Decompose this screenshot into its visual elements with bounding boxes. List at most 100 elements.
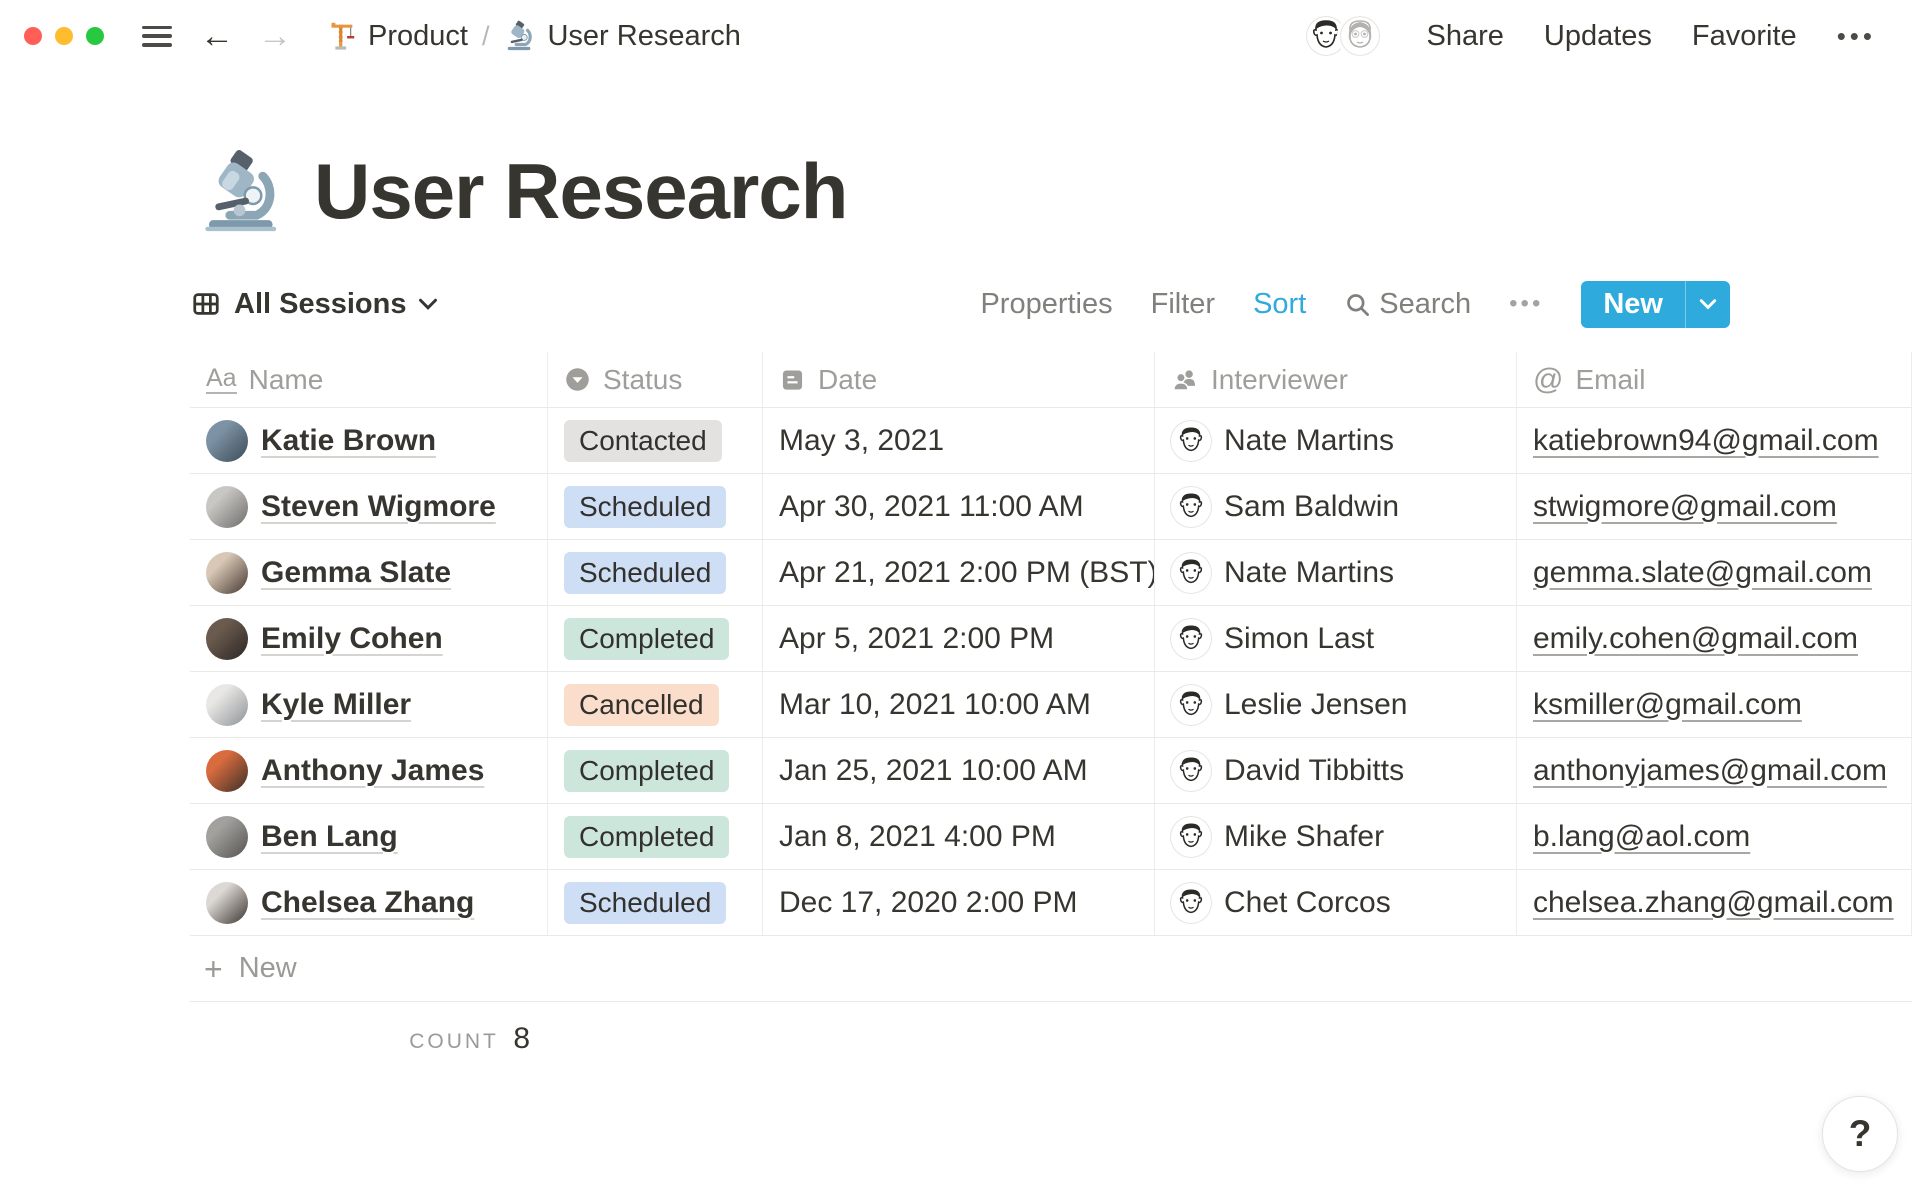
- collaborator-avatar[interactable]: [1336, 13, 1383, 59]
- column-header-date[interactable]: Date: [763, 352, 1155, 407]
- new-row-label: New: [238, 952, 297, 984]
- interviewer-name: David Tibbitts: [1224, 753, 1405, 787]
- date-cell[interactable]: May 3, 2021: [763, 408, 1155, 473]
- participant-avatar: [206, 485, 248, 528]
- new-button[interactable]: New: [1581, 281, 1685, 328]
- participant-name[interactable]: Gemma Slate: [261, 556, 451, 590]
- traffic-lights: [24, 27, 104, 45]
- date-cell[interactable]: Dec 17, 2020 2:00 PM: [763, 870, 1155, 935]
- name-cell[interactable]: Emily Cohen: [190, 606, 548, 671]
- date-cell[interactable]: Apr 5, 2021 2:00 PM: [763, 606, 1155, 671]
- zoom-window-icon[interactable]: [86, 27, 104, 45]
- page-title[interactable]: User Research: [314, 146, 848, 237]
- column-header-email[interactable]: @ Email: [1517, 352, 1912, 407]
- participant-name[interactable]: Katie Brown: [261, 424, 436, 458]
- status-cell[interactable]: Cancelled: [548, 672, 763, 737]
- column-header-name[interactable]: Aa Name: [190, 352, 548, 407]
- participant-name[interactable]: Kyle Miller: [261, 688, 411, 722]
- email-cell[interactable]: anthonyjames@gmail.com: [1517, 738, 1912, 803]
- date-cell[interactable]: Jan 25, 2021 10:00 AM: [763, 738, 1155, 803]
- toolbar-actions: Properties Filter Sort Search ••• New: [980, 280, 1730, 328]
- view-switcher[interactable]: All Sessions: [190, 288, 438, 321]
- interviewer-cell[interactable]: Simon Last: [1155, 606, 1517, 671]
- updates-button[interactable]: Updates: [1544, 20, 1652, 53]
- text-icon: Aa: [206, 365, 237, 395]
- status-cell[interactable]: Scheduled: [548, 474, 763, 539]
- email-value[interactable]: emily.cohen@gmail.com: [1533, 622, 1858, 656]
- email-cell[interactable]: gemma.slate@gmail.com: [1517, 540, 1912, 605]
- email-cell[interactable]: emily.cohen@gmail.com: [1517, 606, 1912, 671]
- properties-button[interactable]: Properties: [980, 288, 1112, 321]
- participant-name[interactable]: Steven Wigmore: [261, 490, 496, 524]
- close-window-icon[interactable]: [24, 27, 42, 45]
- participant-name[interactable]: Anthony James: [261, 754, 484, 788]
- interviewer-cell[interactable]: Sam Baldwin: [1155, 474, 1517, 539]
- favorite-button[interactable]: Favorite: [1692, 20, 1797, 53]
- sketch-face-icon: [1179, 690, 1203, 715]
- email-cell[interactable]: stwigmore@gmail.com: [1517, 474, 1912, 539]
- email-value[interactable]: katiebrown94@gmail.com: [1533, 424, 1879, 458]
- sidebar-menu-icon[interactable]: [142, 25, 172, 47]
- help-button[interactable]: ?: [1822, 1096, 1898, 1172]
- new-row-button[interactable]: + New: [190, 936, 1912, 1002]
- breadcrumb-item-product[interactable]: Product: [324, 19, 468, 53]
- participant-name[interactable]: Ben Lang: [261, 820, 398, 854]
- status-cell[interactable]: Completed: [548, 738, 763, 803]
- date-cell[interactable]: Apr 21, 2021 2:00 PM (BST): [763, 540, 1155, 605]
- status-cell[interactable]: Scheduled: [548, 870, 763, 935]
- interviewer-cell[interactable]: Leslie Jensen: [1155, 672, 1517, 737]
- email-cell[interactable]: katiebrown94@gmail.com: [1517, 408, 1912, 473]
- back-icon[interactable]: ←: [200, 19, 234, 53]
- view-toolbar: All Sessions Properties Filter Sort Sear…: [190, 280, 1730, 328]
- interviewer-name: Nate Martins: [1224, 555, 1395, 589]
- filter-button[interactable]: Filter: [1151, 288, 1215, 321]
- status-badge: Scheduled: [564, 485, 727, 528]
- name-cell[interactable]: Ben Lang: [190, 804, 548, 869]
- email-value[interactable]: stwigmore@gmail.com: [1533, 490, 1837, 524]
- interviewer-cell[interactable]: Nate Martins: [1155, 540, 1517, 605]
- name-cell[interactable]: Gemma Slate: [190, 540, 548, 605]
- column-header-status[interactable]: Status: [548, 352, 763, 407]
- interviewer-cell[interactable]: Chet Corcos: [1155, 870, 1517, 935]
- date-cell[interactable]: Apr 30, 2021 11:00 AM: [763, 474, 1155, 539]
- name-cell[interactable]: Anthony James: [190, 738, 548, 803]
- email-cell[interactable]: ksmiller@gmail.com: [1517, 672, 1912, 737]
- column-header-interviewer[interactable]: Interviewer: [1155, 352, 1517, 407]
- view-more-icon[interactable]: •••: [1509, 290, 1543, 318]
- date-cell[interactable]: Jan 8, 2021 4:00 PM: [763, 804, 1155, 869]
- email-value[interactable]: chelsea.zhang@gmail.com: [1533, 886, 1894, 920]
- status-cell[interactable]: Completed: [548, 804, 763, 869]
- count-footer[interactable]: COUNT 8: [190, 1022, 530, 1056]
- name-cell[interactable]: Katie Brown: [190, 408, 548, 473]
- email-value[interactable]: ksmiller@gmail.com: [1533, 688, 1802, 722]
- interviewer-cell[interactable]: Nate Martins: [1155, 408, 1517, 473]
- email-value[interactable]: anthonyjames@gmail.com: [1533, 754, 1887, 788]
- participant-avatar: [206, 881, 248, 924]
- breadcrumb-item-user-research[interactable]: User Research: [503, 19, 741, 53]
- forward-icon[interactable]: →: [258, 19, 292, 53]
- interviewer-cell[interactable]: David Tibbitts: [1155, 738, 1517, 803]
- participant-name[interactable]: Emily Cohen: [261, 622, 443, 656]
- name-cell[interactable]: Kyle Miller: [190, 672, 548, 737]
- date-cell[interactable]: Mar 10, 2021 10:00 AM: [763, 672, 1155, 737]
- status-cell[interactable]: Contacted: [548, 408, 763, 473]
- interviewer-cell[interactable]: Mike Shafer: [1155, 804, 1517, 869]
- column-label: Interviewer: [1211, 363, 1348, 395]
- status-cell[interactable]: Completed: [548, 606, 763, 671]
- new-dropdown-icon[interactable]: [1686, 281, 1730, 328]
- date-value: Apr 5, 2021 2:00 PM: [779, 621, 1055, 655]
- email-cell[interactable]: chelsea.zhang@gmail.com: [1517, 870, 1912, 935]
- status-cell[interactable]: Scheduled: [548, 540, 763, 605]
- table-row: Kyle Miller Cancelled Mar 10, 2021 10:00…: [190, 672, 1912, 738]
- name-cell[interactable]: Steven Wigmore: [190, 474, 548, 539]
- share-button[interactable]: Share: [1427, 20, 1504, 53]
- sort-button[interactable]: Sort: [1253, 288, 1306, 321]
- name-cell[interactable]: Chelsea Zhang: [190, 870, 548, 935]
- email-value[interactable]: gemma.slate@gmail.com: [1533, 556, 1872, 590]
- email-value[interactable]: b.lang@aol.com: [1533, 820, 1750, 854]
- more-options-icon[interactable]: •••: [1837, 21, 1876, 52]
- email-cell[interactable]: b.lang@aol.com: [1517, 804, 1912, 869]
- search-button[interactable]: Search: [1344, 288, 1471, 321]
- minimize-window-icon[interactable]: [55, 27, 73, 45]
- participant-name[interactable]: Chelsea Zhang: [261, 886, 474, 920]
